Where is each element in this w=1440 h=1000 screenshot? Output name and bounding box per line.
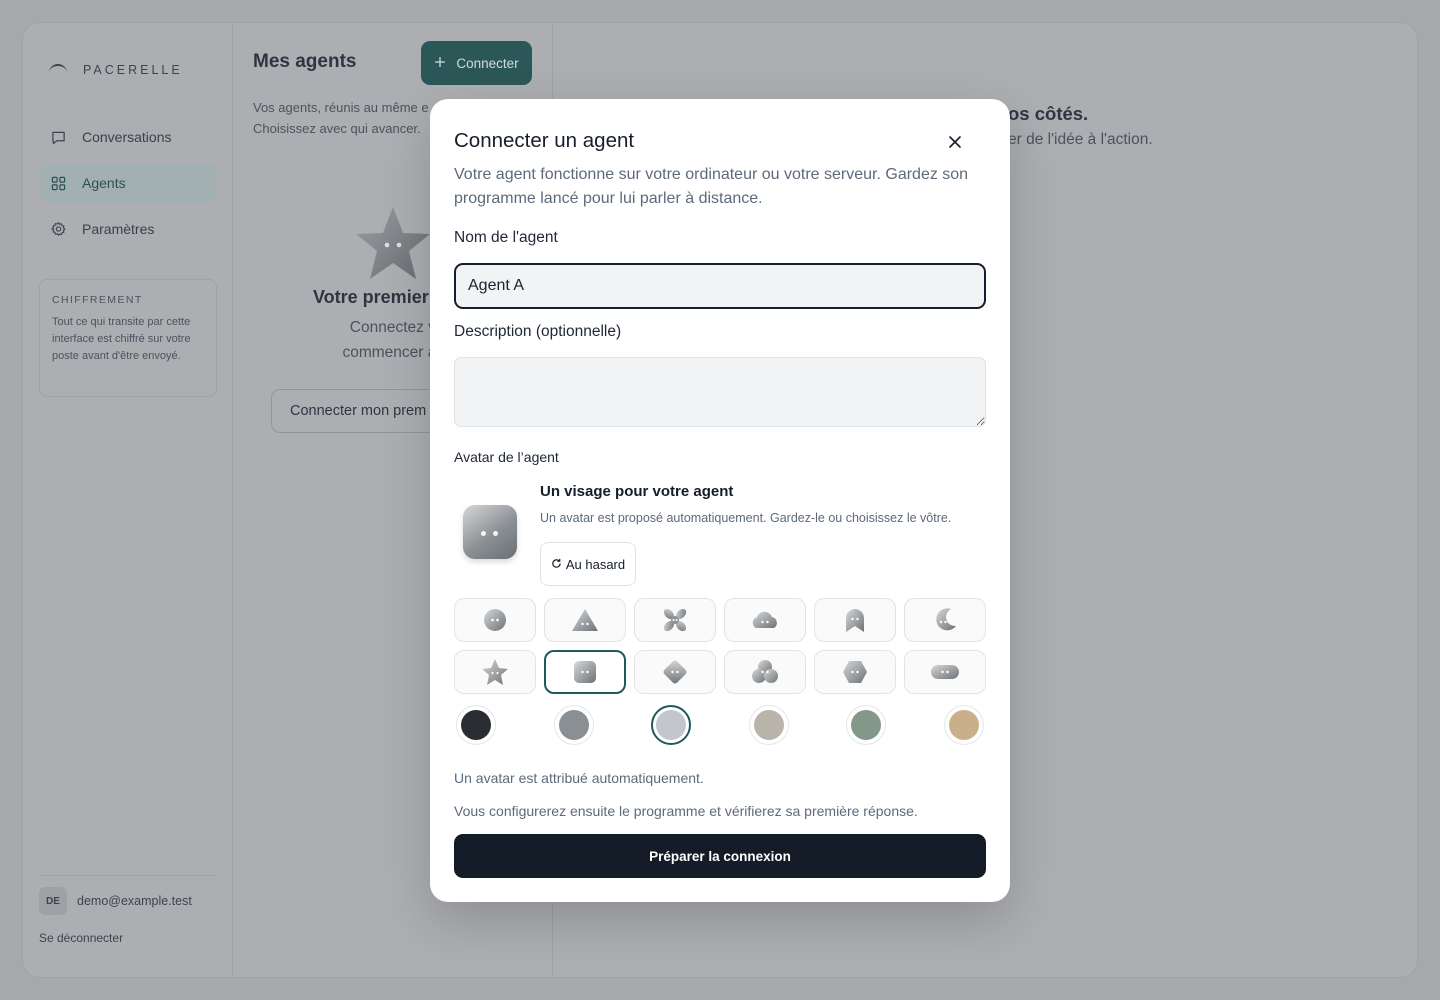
cloud-shape-icon: [752, 611, 777, 628]
color-swatch[interactable]: [554, 705, 594, 745]
hexagon-shape-icon: [843, 661, 867, 683]
next-steps-note: Vous configurerez ensuite le programme e…: [454, 803, 918, 819]
flower-shape-icon: [663, 608, 687, 632]
shape-option-moon[interactable]: [904, 598, 986, 642]
diamond-shape-icon: [663, 660, 687, 684]
avatar-heading: Un visage pour votre agent: [540, 483, 734, 500]
shape-option-ghost[interactable]: [814, 598, 896, 642]
avatar-section-label: Avatar de l’agent: [454, 449, 559, 465]
shape-option-diamond[interactable]: [634, 650, 716, 694]
avatar-color-picker: [454, 705, 986, 745]
star-shape-icon: [482, 659, 508, 685]
prepare-connection-button[interactable]: Préparer la connexion: [454, 834, 986, 878]
dialog-title: Connecter un agent: [454, 129, 635, 152]
color-dot: [754, 710, 784, 740]
random-avatar-button[interactable]: Au hasard: [540, 542, 636, 586]
shape-option-pill[interactable]: [904, 650, 986, 694]
color-dot: [559, 710, 589, 740]
shape-option-cloud[interactable]: [724, 598, 806, 642]
color-dot: [851, 710, 881, 740]
color-swatch[interactable]: [651, 705, 691, 745]
color-swatch[interactable]: [846, 705, 886, 745]
color-swatch[interactable]: [456, 705, 496, 745]
square-shape-icon: [574, 661, 596, 683]
refresh-icon: [551, 557, 562, 572]
avatar-preview: [463, 505, 517, 559]
avatar-eye: [493, 531, 498, 536]
agent-description-input[interactable]: [454, 357, 986, 427]
shape-option-star[interactable]: [454, 650, 536, 694]
blob-shape-icon: [484, 609, 506, 631]
shape-option-triangle[interactable]: [544, 598, 626, 642]
agent-name-input[interactable]: [454, 263, 986, 309]
description-label: Description (optionnelle): [454, 323, 622, 340]
shape-option-blob[interactable]: [454, 598, 536, 642]
color-swatch[interactable]: [749, 705, 789, 745]
moon-shape-icon: [936, 608, 956, 631]
color-swatch[interactable]: [944, 705, 984, 745]
avatar-auto-note: Un avatar est attribué automatiquement.: [454, 770, 704, 786]
shape-option-cluster[interactable]: [724, 650, 806, 694]
cluster-shape-icon: [752, 660, 778, 683]
shape-option-flower[interactable]: [634, 598, 716, 642]
color-dot: [949, 710, 979, 740]
dialog-description: Votre agent fonctionne sur votre ordinat…: [454, 166, 969, 207]
avatar-eye: [481, 531, 486, 536]
connect-agent-dialog: Connecter un agent Votre agent fonctionn…: [430, 99, 1010, 902]
avatar-help-text: Un avatar est proposé automatiquement. G…: [540, 511, 952, 525]
triangle-shape-icon: [572, 609, 598, 631]
name-label: Nom de l'agent: [454, 229, 558, 246]
pill-shape-icon: [931, 665, 959, 679]
color-dot: [461, 710, 491, 740]
ghost-shape-icon: [846, 609, 864, 632]
close-icon: [948, 135, 962, 154]
shape-option-square[interactable]: [544, 650, 626, 694]
random-label: Au hasard: [565, 556, 626, 572]
color-dot: [656, 710, 686, 740]
shape-option-hexagon[interactable]: [814, 650, 896, 694]
close-button[interactable]: [942, 131, 968, 157]
avatar-shape-grid: [454, 598, 986, 694]
